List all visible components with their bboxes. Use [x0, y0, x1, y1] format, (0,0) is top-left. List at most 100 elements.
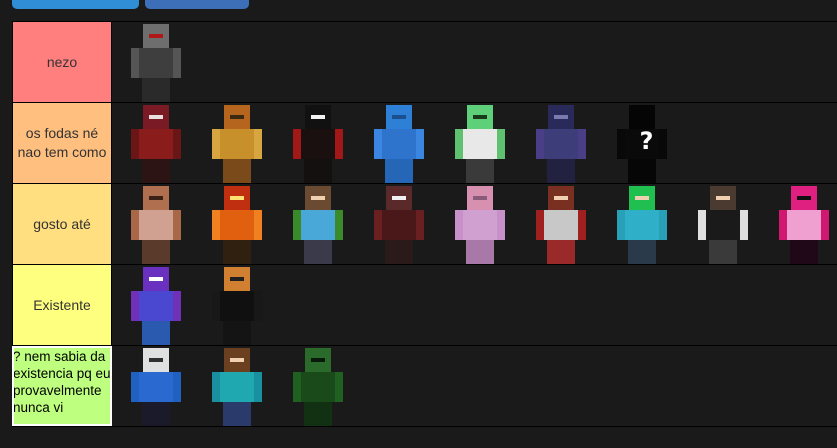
- skin-body: [463, 129, 497, 159]
- skin-arm-r: [739, 210, 748, 240]
- skin-face: [797, 196, 811, 200]
- skin-legs: [304, 240, 332, 264]
- skin-face: [635, 115, 649, 119]
- top-button-right[interactable]: [145, 0, 249, 9]
- skin-dark-red-icon[interactable]: [363, 184, 444, 264]
- skin-brown-beard-icon[interactable]: [120, 184, 201, 264]
- skin-body: [382, 129, 416, 159]
- tier-row: os fodas né nao tem como ?: [12, 103, 837, 184]
- skin-face: [554, 196, 568, 200]
- skin-body: [220, 291, 254, 321]
- skin-face: [149, 34, 163, 38]
- skin-legs: [547, 240, 575, 264]
- skin-arm-r: [415, 129, 424, 159]
- top-button-left[interactable]: [12, 0, 139, 9]
- tier-label-editing[interactable]: ? nem sabia da existencia pq eu provavel…: [12, 346, 112, 426]
- skin-face: [311, 115, 325, 119]
- skin-pink-hoodie-icon[interactable]: [444, 184, 525, 264]
- skin-arm-r: [415, 210, 424, 240]
- skin-black-red-icon[interactable]: [282, 103, 363, 183]
- skin-face: [311, 196, 325, 200]
- skin-white-hair-icon[interactable]: [120, 346, 201, 426]
- skin-arm-r: [658, 210, 667, 240]
- skin-arm-r: [172, 210, 181, 240]
- skin-arm-r: [334, 372, 343, 402]
- tier-items: [112, 265, 837, 345]
- skin-body: [301, 372, 335, 402]
- skin-face: [230, 358, 244, 362]
- skin-red-hood-icon[interactable]: [120, 103, 201, 183]
- skin-blue-shark-icon[interactable]: [363, 103, 444, 183]
- skin-face: [716, 196, 730, 200]
- skin-face: [635, 196, 649, 200]
- skin-arm-r: [253, 210, 262, 240]
- skin-legs: [628, 240, 656, 264]
- skin-legs: [223, 240, 251, 264]
- skin-purple-knight-icon[interactable]: [525, 103, 606, 183]
- tier-label[interactable]: Existente: [12, 265, 112, 345]
- skin-red-white-icon[interactable]: [525, 184, 606, 264]
- skin-body: [544, 210, 578, 240]
- skin-body: [301, 129, 335, 159]
- skin-face: [554, 115, 568, 119]
- skin-legs: [142, 402, 170, 426]
- skin-body: [139, 210, 173, 240]
- skin-green-smile-icon[interactable]: [444, 103, 525, 183]
- skin-legs: [385, 159, 413, 183]
- tier-items: [112, 22, 837, 102]
- skin-body: [220, 210, 254, 240]
- skin-arm-r: [577, 129, 586, 159]
- skin-body: [139, 291, 173, 321]
- skin-arm-r: [172, 372, 181, 402]
- skin-body: [625, 210, 659, 240]
- skin-cyan-green-icon[interactable]: [606, 184, 687, 264]
- skin-teal-shirt-icon[interactable]: [201, 346, 282, 426]
- tier-items: [112, 346, 837, 426]
- skin-legs: [385, 240, 413, 264]
- skin-purple-blue-icon[interactable]: [120, 265, 201, 345]
- skin-legs: [142, 159, 170, 183]
- skin-fire-icon[interactable]: [201, 184, 282, 264]
- skin-face: [392, 196, 406, 200]
- skin-mark: ?: [639, 127, 654, 155]
- skin-arm-r: [253, 129, 262, 159]
- skin-black-question-icon[interactable]: ?: [606, 103, 687, 183]
- tier-label[interactable]: gosto até: [12, 184, 112, 264]
- skin-face: [230, 115, 244, 119]
- tier-items: [112, 184, 837, 264]
- skin-legs: [466, 159, 494, 183]
- tier-items: ?: [112, 103, 837, 183]
- skin-arm-r: [334, 129, 343, 159]
- tier-row: ? nem sabia da existencia pq eu provavel…: [12, 346, 837, 427]
- skin-arm-r: [253, 372, 262, 402]
- skin-face: [230, 277, 244, 281]
- tier-label[interactable]: os fodas né nao tem como: [12, 103, 112, 183]
- skin-legs: [466, 240, 494, 264]
- skin-arm-r: [253, 291, 262, 321]
- skin-green-creeper-icon[interactable]: [282, 346, 363, 426]
- skin-legs: [547, 159, 575, 183]
- skin-legs: [628, 159, 656, 183]
- skin-green-jacket-icon[interactable]: [282, 184, 363, 264]
- skin-face: [149, 115, 163, 119]
- tier-label[interactable]: nezo: [12, 22, 112, 102]
- tier-list: nezo os fodas né nao tem como ? gosto at…: [12, 21, 837, 427]
- skin-body: [220, 129, 254, 159]
- tier-row: Existente: [12, 265, 837, 346]
- skin-arm-r: [577, 210, 586, 240]
- tier-row: gosto até: [12, 184, 837, 265]
- skin-black-hood-icon[interactable]: [687, 184, 768, 264]
- skin-face: [392, 115, 406, 119]
- skin-gold-armor-icon[interactable]: [201, 103, 282, 183]
- skin-pink-black-icon[interactable]: [768, 184, 837, 264]
- skin-face: [149, 277, 163, 281]
- skin-black-suit-icon[interactable]: [201, 265, 282, 345]
- tier-label-text: ? nem sabia da existencia pq eu provavel…: [13, 349, 111, 415]
- skin-face: [311, 358, 325, 362]
- skin-body: [139, 372, 173, 402]
- skin-legs: [223, 402, 251, 426]
- skin-gray-suit-icon[interactable]: [120, 22, 201, 102]
- skin-face: [149, 358, 163, 362]
- skin-arm-r: [172, 291, 181, 321]
- skin-arm-r: [496, 129, 505, 159]
